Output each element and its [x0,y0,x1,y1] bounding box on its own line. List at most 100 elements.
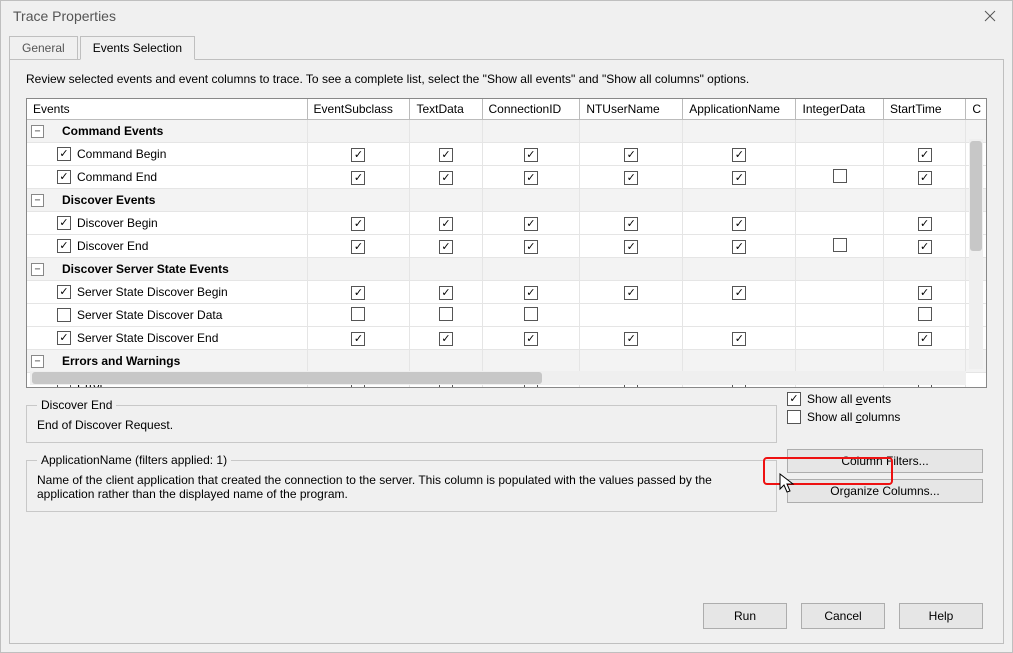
column-header[interactable]: C [966,99,986,120]
tab-strip: General Events Selection [1,35,1012,59]
grid-checkbox[interactable] [351,148,365,162]
run-button[interactable]: Run [703,603,787,629]
column-header[interactable]: NTUserName [580,99,683,120]
grid-checkbox[interactable] [732,217,746,231]
grid-checkbox[interactable] [732,240,746,254]
event-row[interactable]: Server State Discover Data [27,304,986,327]
vertical-scrollbar[interactable] [969,139,983,369]
category-row[interactable]: − Discover Events [27,189,986,212]
column-header[interactable]: ApplicationName [683,99,796,120]
show-all-events-option[interactable]: Show all events [787,392,987,406]
grid-checkbox[interactable] [732,148,746,162]
grid-checkbox[interactable] [833,169,847,183]
cancel-button[interactable]: Cancel [801,603,885,629]
grid-checkbox[interactable] [624,217,638,231]
column-header[interactable]: EventSubclass [307,99,410,120]
grid-checkbox[interactable] [351,217,365,231]
help-button[interactable]: Help [899,603,983,629]
column-header[interactable]: TextData [410,99,482,120]
column-filters-button[interactable]: Column Filters... [787,449,983,473]
show-all-columns-option[interactable]: Show all columns [787,410,987,424]
event-row[interactable]: Command End [27,166,986,189]
grid-checkbox[interactable] [918,332,932,346]
category-row[interactable]: − Command Events [27,120,986,143]
collapse-icon[interactable]: − [31,125,44,138]
organize-columns-button[interactable]: Organize Columns... [787,479,983,503]
grid-checkbox[interactable] [351,307,365,321]
horizontal-scrollbar[interactable] [30,371,966,385]
grid-checkbox[interactable] [624,240,638,254]
event-label: Discover End [77,239,148,253]
grid-checkbox[interactable] [524,286,538,300]
grid-checkbox[interactable] [57,331,71,345]
grid-checkbox[interactable] [351,240,365,254]
event-row[interactable]: Server State Discover Begin [27,281,986,304]
grid-checkbox[interactable] [918,171,932,185]
grid-checkbox[interactable] [57,308,71,322]
grid-checkbox[interactable] [624,148,638,162]
grid-checkbox[interactable] [918,217,932,231]
grid-checkbox[interactable] [439,240,453,254]
grid-checkbox[interactable] [732,332,746,346]
grid-checkbox[interactable] [524,171,538,185]
grid-checkbox[interactable] [624,286,638,300]
column-header[interactable]: IntegerData [796,99,884,120]
grid-checkbox[interactable] [624,332,638,346]
column-header[interactable]: Events [27,99,307,120]
grid-checkbox[interactable] [524,217,538,231]
tab-general-label: General [22,41,65,55]
category-row[interactable]: − Errors and Warnings [27,350,986,373]
grid-checkbox[interactable] [351,171,365,185]
grid-checkbox[interactable] [524,240,538,254]
category-label: Errors and Warnings [62,354,180,368]
grid-checkbox[interactable] [57,285,71,299]
grid-checkbox[interactable] [57,147,71,161]
column-header[interactable]: ConnectionID [482,99,580,120]
show-all-events-label: Show all events [807,392,891,406]
grid-checkbox[interactable] [57,170,71,184]
show-all-columns-checkbox[interactable] [787,410,801,424]
collapse-icon[interactable]: − [31,355,44,368]
grid-checkbox[interactable] [918,286,932,300]
event-row[interactable]: Server State Discover End [27,327,986,350]
grid-checkbox[interactable] [57,239,71,253]
grid-checkbox[interactable] [351,332,365,346]
instruction-text: Review selected events and event columns… [26,72,987,86]
category-label: Discover Events [62,193,155,207]
tab-events-selection[interactable]: Events Selection [80,36,195,60]
grid-checkbox[interactable] [918,307,932,321]
grid-checkbox[interactable] [439,332,453,346]
grid-checkbox[interactable] [833,238,847,252]
grid-checkbox[interactable] [524,148,538,162]
event-row[interactable]: Discover End [27,235,986,258]
column-description-box: ApplicationName (filters applied: 1) Nam… [26,453,777,512]
grid-checkbox[interactable] [624,171,638,185]
show-all-events-checkbox[interactable] [787,392,801,406]
close-icon[interactable] [976,6,1004,26]
titlebar: Trace Properties [1,1,1012,31]
event-row[interactable]: Command Begin [27,143,986,166]
collapse-icon[interactable]: − [31,194,44,207]
grid-checkbox[interactable] [439,148,453,162]
grid-checkbox[interactable] [439,171,453,185]
grid-checkbox[interactable] [524,332,538,346]
tab-general[interactable]: General [9,36,78,60]
category-row[interactable]: −Discover Server State Events [27,258,986,281]
grid-checkbox[interactable] [439,217,453,231]
grid-checkbox[interactable] [57,216,71,230]
grid-checkbox[interactable] [439,286,453,300]
grid-checkbox[interactable] [918,240,932,254]
grid-checkbox[interactable] [732,171,746,185]
event-description-text: End of Discover Request. [37,418,766,432]
grid-checkbox[interactable] [351,286,365,300]
grid-checkbox[interactable] [439,307,453,321]
event-label: Command End [77,170,157,184]
events-grid[interactable]: EventsEventSubclassTextDataConnectionIDN… [26,98,987,388]
column-header[interactable]: StartTime [883,99,965,120]
collapse-icon[interactable]: − [31,263,44,276]
grid-checkbox[interactable] [918,148,932,162]
grid-checkbox[interactable] [524,307,538,321]
event-row[interactable]: Discover Begin [27,212,986,235]
category-label: Command Events [62,124,163,138]
grid-checkbox[interactable] [732,286,746,300]
